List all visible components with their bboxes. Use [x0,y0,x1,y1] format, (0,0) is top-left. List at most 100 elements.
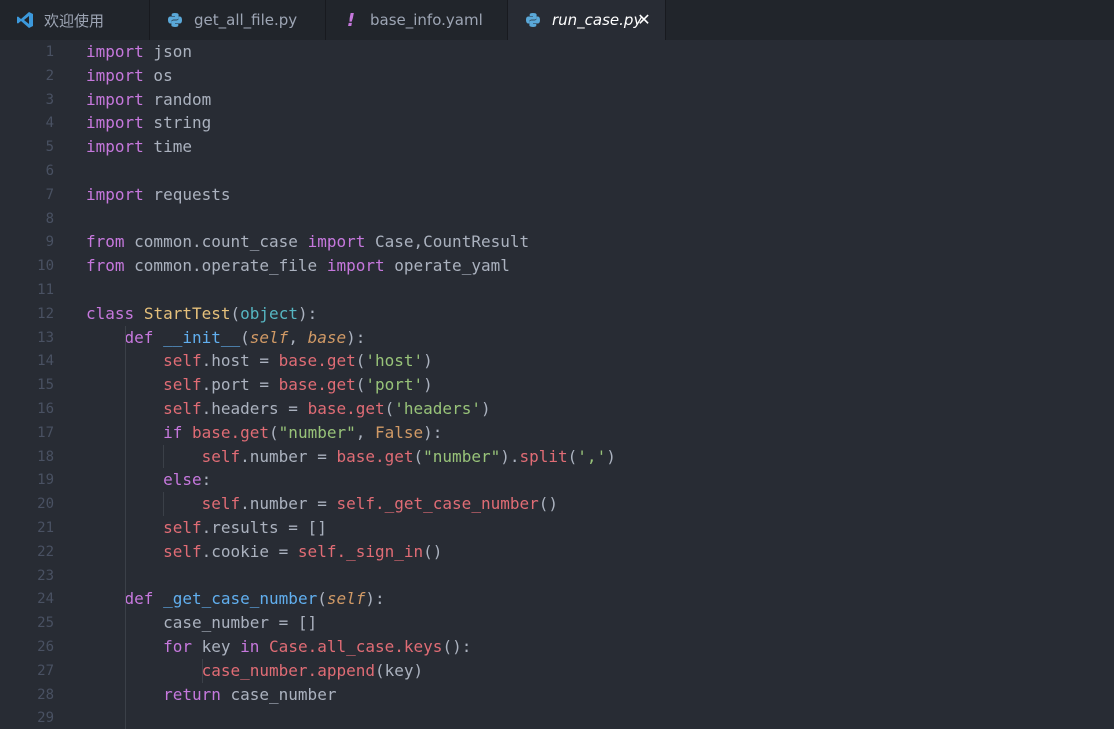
code-token: def [124,589,154,609]
code-token: _get_case_number [163,589,318,609]
code-token: ( [355,375,366,395]
code-token: ). [500,446,520,466]
code-token: import [86,184,144,204]
code-line: case_number.append(key) [86,659,424,683]
code-token: import [86,113,144,133]
code-line: import os [86,64,173,88]
python-icon [166,11,184,29]
code-line: import requests [86,183,231,207]
code-token: base.get [191,422,270,442]
code-token: base.get [278,375,356,395]
code-line: import string [86,111,211,135]
code-line: self.headers = base.get('headers') [86,397,491,421]
tab-label: run_case.py [552,11,643,29]
code-token: 'host' [365,351,424,371]
code-line: case_number = [] [86,611,317,635]
code-token: from [86,256,125,276]
code-token: in [240,637,260,656]
line-number: 9 [45,234,54,251]
line-number: 13 [37,329,54,346]
vertical-scrollbar[interactable] [1100,40,1114,729]
code-token: 'headers' [394,399,481,418]
code-token: self [201,494,241,514]
code-line: from common.count_case import Case,Count… [86,230,529,254]
code-token: string [143,113,212,133]
code-token: self [163,351,202,371]
code-token: False [375,422,424,442]
line-number: 14 [37,353,54,370]
code-token: split [519,446,568,466]
code-token: requests [143,184,231,204]
code-line: for key in Case.all_case.keys(): [86,635,471,659]
line-number: 6 [45,163,54,179]
line-number: 4 [45,115,54,132]
tab-run-case[interactable]: run_case.py ✕ [508,0,666,40]
line-number: 23 [37,567,54,584]
code-token: ( [384,399,395,418]
code-token: self [163,518,202,537]
code-token: ( [567,446,578,466]
yaml-exclamation-icon: ! [346,9,356,31]
code-token: os [143,65,173,85]
code-token: .host = [201,351,279,371]
code-token: common.count_case [124,232,308,252]
code-token: self [163,375,202,395]
code-token: () [423,541,443,561]
code-token: import [86,137,144,157]
code-token: ( [355,351,366,371]
line-number: 24 [37,591,54,608]
tab-bar: 欢迎使用 get_all_file.py ! base_info.yaml ru… [0,0,1114,40]
code-token: StartTest [143,303,231,323]
code-token: self [201,446,241,466]
close-icon[interactable]: ✕ [635,11,653,29]
code-line: def __init__(self, base): [86,326,366,350]
code-token: json [143,42,192,61]
code-token: operate_yaml [384,256,510,276]
code-token: ): [297,303,318,323]
tab-get-all-file[interactable]: get_all_file.py [150,0,326,40]
code-token: (key) [374,660,424,680]
code-token: common.operate_file [124,256,327,276]
code-token: self [163,541,202,561]
code-line: self.number = self._get_case_number() [86,492,558,516]
code-token: ( [317,589,327,609]
line-number: 21 [37,520,54,536]
line-number: 18 [37,448,54,465]
code-token: __init__ [163,327,241,347]
tab-base-info[interactable]: ! base_info.yaml [326,0,508,40]
tab-welcome[interactable]: 欢迎使用 [0,0,150,40]
code-token: ( [269,422,279,442]
line-number: 16 [37,401,54,417]
code-area[interactable]: import json import os import random import … [86,40,1106,729]
code-line: if base.get("number", False): [86,421,442,445]
code-token: ( [240,327,250,347]
line-number: 28 [37,686,54,703]
line-number: 20 [37,496,54,513]
code-token: 'port' [365,375,424,395]
line-number: 27 [37,662,54,679]
code-token: base [307,327,347,347]
line-number: 7 [45,186,54,203]
code-token: object [240,303,298,323]
code-editor[interactable]: 1 2 3 4 5 6 7 8 9 10 11 12 13 14 15 16 17 18 19 20 21 22 23 24 2… [0,40,1114,729]
code-token: , [355,422,375,442]
code-token: Case,CountResult [365,232,530,252]
code-token: self._sign_in [297,541,424,561]
code-token: base.get [278,351,356,371]
code-token: def [124,327,154,347]
code-token: , [288,327,308,347]
code-line: def _get_case_number(self): [86,587,385,611]
code-line: self.host = base.get('host') [86,349,433,373]
code-token: case_number = [] [86,613,318,633]
code-token: ): [346,327,366,347]
code-token: case_number [220,684,337,704]
line-number: 11 [37,282,54,298]
code-token: ) [423,351,433,371]
code-line: import time [86,135,192,159]
